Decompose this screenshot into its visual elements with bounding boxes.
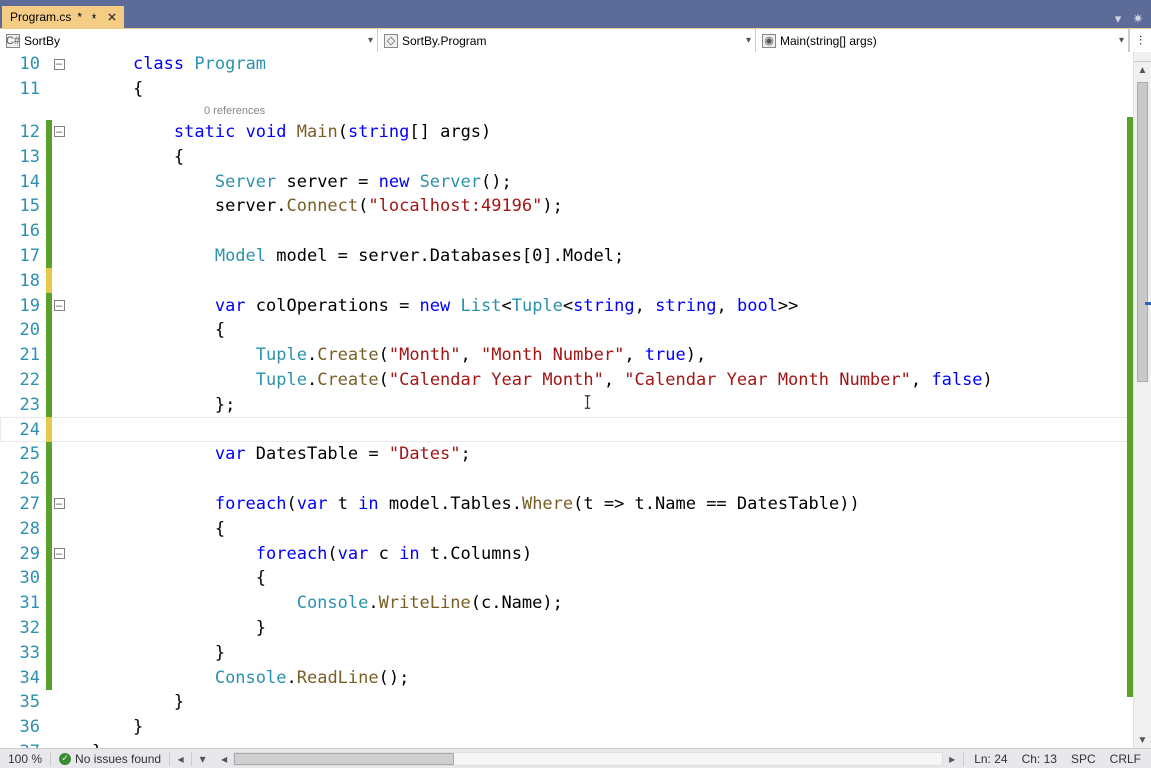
- zoom-level[interactable]: 100 %: [0, 752, 50, 766]
- tab-filename: Program.cs: [10, 10, 71, 24]
- breadcrumb-bar: C# SortBy ▾ ◇ SortBy.Program ▾ ◉ Main(st…: [0, 28, 1151, 52]
- chevron-down-icon: ▾: [1119, 35, 1124, 46]
- status-bar: 100 % ✓ No issues found ◂ ▾ ◂ ▸ Ln: 24 C…: [0, 748, 1151, 768]
- scope-method-dropdown[interactable]: ◉ Main(string[] args) ▾: [756, 29, 1129, 52]
- check-icon: ✓: [59, 753, 71, 765]
- tab-settings-icon[interactable]: ✷: [1129, 10, 1147, 28]
- horizontal-scrollbar[interactable]: ◂ ▸: [213, 752, 963, 766]
- current-line: 24: [0, 417, 1133, 442]
- scroll-down-icon[interactable]: ▼: [1134, 732, 1151, 748]
- chevron-down-icon: ▾: [746, 35, 751, 46]
- scope-method-label: Main(string[] args): [780, 34, 877, 48]
- issues-indicator[interactable]: ✓ No issues found: [50, 752, 169, 766]
- chevron-down-icon: ▾: [368, 35, 373, 46]
- scrollbar-thumb[interactable]: [1137, 82, 1148, 382]
- scope-class-dropdown[interactable]: ◇ SortBy.Program ▾: [378, 29, 756, 52]
- line-number: 10: [0, 54, 46, 74]
- code-editor[interactable]: 10− class Program 11 { 0 references 12− …: [0, 52, 1151, 748]
- tab-modified-indicator: *: [77, 10, 82, 24]
- class-icon: ◇: [384, 34, 398, 48]
- nav-options-icon[interactable]: ▾: [191, 752, 213, 766]
- tab-overflow-controls: ▾ ✷: [1109, 10, 1151, 28]
- fold-toggle[interactable]: −: [54, 126, 65, 137]
- vertical-scrollbar[interactable]: ▲ ▼: [1133, 52, 1151, 748]
- nav-back-icon[interactable]: ◂: [169, 752, 191, 766]
- csharp-icon: C#: [6, 34, 20, 48]
- pin-icon[interactable]: [88, 11, 100, 23]
- scroll-right-icon[interactable]: ▸: [945, 752, 959, 766]
- scroll-up-icon[interactable]: ▲: [1134, 62, 1151, 78]
- tab-row: Program.cs * ▾ ✷: [0, 6, 1151, 28]
- scope-class-label: SortBy.Program: [402, 34, 486, 48]
- text-cursor-icon: [583, 394, 592, 412]
- codelens-references[interactable]: 0 references: [0, 102, 1133, 120]
- status-col[interactable]: Ch: 13: [1022, 752, 1057, 766]
- tab-dropdown-icon[interactable]: ▾: [1109, 10, 1127, 28]
- fold-toggle[interactable]: −: [54, 498, 65, 509]
- status-eol[interactable]: CRLF: [1110, 752, 1141, 766]
- fold-toggle[interactable]: −: [54, 300, 65, 311]
- editor-body[interactable]: 10− class Program 11 { 0 references 12− …: [0, 52, 1133, 748]
- fold-toggle[interactable]: −: [54, 548, 65, 559]
- split-view-icon[interactable]: ⫶: [1129, 29, 1151, 52]
- method-icon: ◉: [762, 34, 776, 48]
- scroll-left-icon[interactable]: ◂: [217, 752, 231, 766]
- scope-project-label: SortBy: [24, 34, 60, 48]
- fold-toggle[interactable]: −: [54, 59, 65, 70]
- close-icon[interactable]: [106, 11, 118, 23]
- status-line[interactable]: Ln: 24: [974, 752, 1007, 766]
- hscroll-track[interactable]: [233, 752, 943, 766]
- status-indent[interactable]: SPC: [1071, 752, 1096, 766]
- overview-marker: [1145, 302, 1151, 305]
- split-box[interactable]: [1134, 52, 1151, 62]
- file-tab-program[interactable]: Program.cs *: [2, 6, 124, 28]
- scope-project-dropdown[interactable]: C# SortBy ▾: [0, 29, 378, 52]
- hscroll-thumb[interactable]: [234, 753, 454, 765]
